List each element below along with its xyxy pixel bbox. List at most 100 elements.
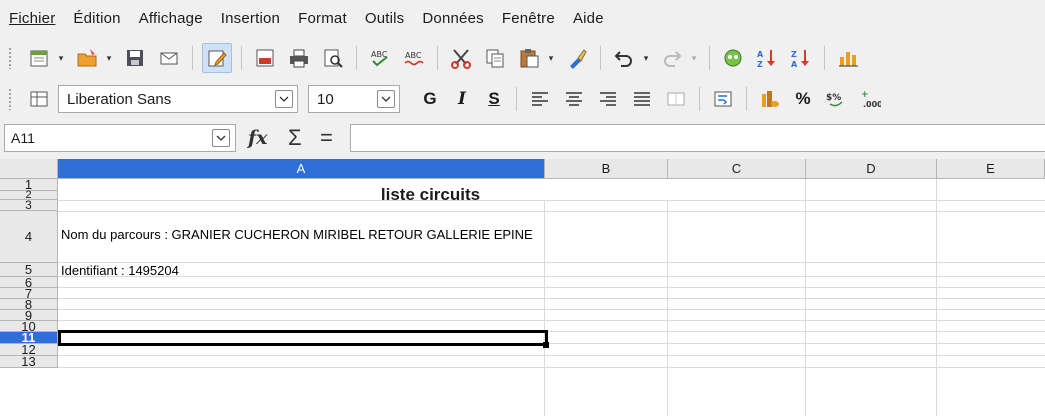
menu-fichier[interactable]: Fichier [9,10,55,27]
gridline [58,367,1045,368]
styles-icon[interactable] [25,85,53,113]
toolbar-grip[interactable] [8,47,12,69]
cut-icon[interactable] [447,44,475,72]
gridline [58,309,1045,310]
chevron-down-icon[interactable] [275,90,293,108]
email-icon[interactable] [155,44,183,72]
print-icon[interactable] [285,44,313,72]
new-dropdown-icon[interactable]: ▾ [56,44,66,72]
merge-cells-icon[interactable] [662,85,690,113]
align-center-icon[interactable] [560,85,588,113]
find-replace-icon[interactable] [719,44,747,72]
column-header-b[interactable]: B [545,159,668,179]
toolbar-separator [437,46,438,70]
spreadsheet-grid[interactable]: A B C D E 1 2 3 4 5 6 7 8 9 10 11 12 13 … [0,159,1045,416]
toolbar-separator [356,46,357,70]
menu-donnees[interactable]: Données [422,10,483,27]
justify-icon[interactable] [628,85,656,113]
open-dropdown-icon[interactable]: ▾ [104,44,114,72]
print-preview-icon[interactable] [319,44,347,72]
insert-chart-icon[interactable] [834,44,862,72]
autospell-icon[interactable]: ABC [400,44,428,72]
sort-descending-icon[interactable]: ZA [787,44,815,72]
svg-text:ABC: ABC [405,51,422,60]
open-folder-icon[interactable] [73,44,101,72]
chevron-down-icon[interactable] [377,90,395,108]
copy-icon[interactable] [481,44,509,72]
export-pdf-icon[interactable] [251,44,279,72]
gridline [58,355,1045,356]
toolbar-separator [746,87,747,111]
menu-edition[interactable]: Édition [73,10,120,27]
row-header-4[interactable]: 4 [0,211,58,263]
column-header-c[interactable]: C [668,159,806,179]
fill-handle[interactable] [543,342,549,348]
row-header-3[interactable]: 3 [0,199,58,211]
gridline [667,179,668,416]
wrap-text-icon[interactable] [709,85,737,113]
clone-formatting-icon[interactable] [563,44,591,72]
sheet-title: liste circuits [380,185,481,204]
save-icon[interactable] [121,44,149,72]
menu-outils[interactable]: Outils [365,10,405,27]
font-name-box[interactable]: Liberation Sans [58,85,298,113]
row-header-13[interactable]: 13 [0,355,58,368]
toolbar-separator [192,46,193,70]
formula-icon[interactable]: = [320,125,342,151]
menu-insertion[interactable]: Insertion [221,10,280,27]
toolbar-separator [824,46,825,70]
menu-fenetre[interactable]: Fenêtre [502,10,555,27]
formula-input[interactable] [350,124,1045,152]
add-decimal-icon[interactable]: + .000 [856,85,884,113]
menu-format[interactable]: Format [298,10,347,27]
toolbar-grip[interactable] [8,88,12,110]
column-header-d[interactable]: D [806,159,937,179]
number-format-icon[interactable]: $% [822,85,850,113]
gridline [805,179,806,416]
paste-icon[interactable] [515,44,543,72]
redo-icon[interactable] [658,44,686,72]
svg-text:A: A [791,60,798,69]
new-document-icon[interactable] [25,44,53,72]
sum-icon[interactable]: Σ [288,125,310,151]
cell-cursor[interactable] [58,330,548,346]
gridline [58,320,1045,321]
gridline [58,276,1045,277]
chevron-down-icon[interactable] [212,129,230,147]
undo-icon[interactable] [610,44,638,72]
svg-text:+: + [861,90,869,100]
underline-button[interactable]: S [480,85,508,113]
undo-dropdown-icon[interactable]: ▾ [641,44,651,72]
select-all-corner[interactable] [0,159,58,179]
name-box-value: A11 [11,130,35,146]
cell-a4[interactable]: Nom du parcours : GRANIER CUCHERON MIRIB… [61,227,541,242]
svg-text:Z: Z [757,60,763,69]
align-right-icon[interactable] [594,85,622,113]
bold-button[interactable]: G [416,85,444,113]
menu-aide[interactable]: Aide [573,10,604,27]
column-header-e[interactable]: E [937,159,1045,179]
formula-bar: A11 fx Σ = [0,121,1045,155]
column-header-a[interactable]: A [58,159,545,179]
font-size-value: 10 [317,90,334,108]
paste-dropdown-icon[interactable]: ▾ [546,44,556,72]
name-box[interactable]: A11 [4,124,236,152]
sheet-title-cell[interactable]: liste circuits [58,179,803,204]
currency-icon[interactable] [756,85,784,113]
svg-text:.000: .000 [863,100,881,109]
redo-dropdown-icon[interactable]: ▾ [689,44,699,72]
font-size-box[interactable]: 10 [308,85,400,113]
gridline [58,287,1045,288]
menu-affichage[interactable]: Affichage [139,10,203,27]
cell-a5[interactable]: Identifiant : 1495204 [61,263,179,278]
function-wizard-icon[interactable]: fx [248,127,278,149]
percent-button[interactable]: % [789,85,817,113]
toolbar-separator [600,46,601,70]
spellcheck-icon[interactable]: ABC [366,44,394,72]
gridline [58,211,1045,212]
align-left-icon[interactable] [526,85,554,113]
italic-button[interactable]: I [448,85,476,113]
sort-ascending-icon[interactable]: AZ [753,44,781,72]
edit-mode-icon[interactable] [202,43,232,73]
gridline [58,200,1045,201]
